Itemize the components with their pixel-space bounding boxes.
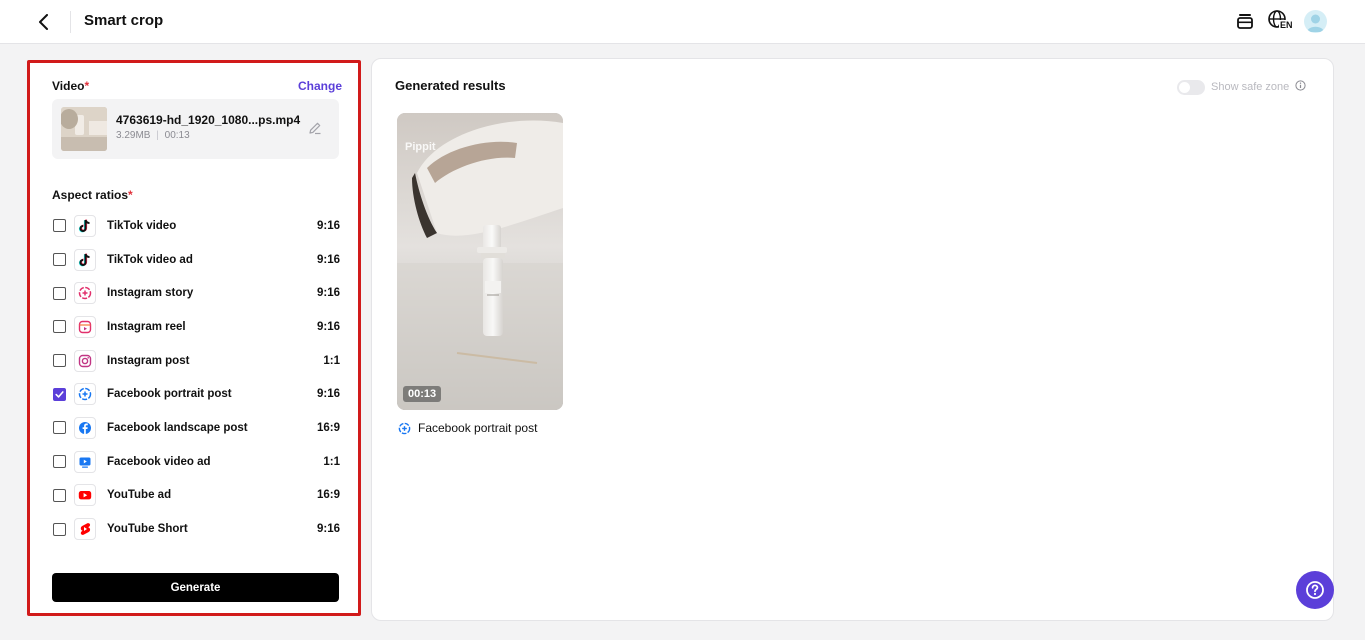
ratio-checkbox[interactable]	[53, 354, 66, 368]
ratio-option-youtube-short[interactable]: YouTube Short 9:16	[52, 512, 340, 546]
video-file-name: 4763619-hd_1920_1080...ps.mp4	[116, 113, 301, 127]
ratio-name: TikTok video	[107, 219, 177, 232]
ratio-value: 16:9	[316, 421, 340, 434]
ratio-checkbox[interactable]	[53, 455, 66, 469]
ratio-checkbox[interactable]	[53, 253, 66, 267]
facebook-story-icon	[398, 422, 411, 434]
watermark: Pippit	[405, 141, 436, 153]
layers-icon[interactable]	[1236, 11, 1254, 36]
ratio-checkbox[interactable]	[53, 488, 66, 502]
page-title: Smart crop	[84, 12, 164, 29]
ratio-value: 9:16	[316, 253, 340, 266]
facebook-video-icon	[74, 450, 96, 473]
info-icon[interactable]	[1295, 78, 1306, 96]
ratio-value: 9:16	[316, 320, 340, 333]
generate-button[interactable]: Generate	[52, 573, 339, 602]
instagram-reel-icon	[74, 315, 96, 338]
ratio-value: 9:16	[316, 287, 340, 300]
ratio-name: YouTube ad	[107, 489, 172, 502]
results-title: Generated results	[395, 78, 506, 93]
chevron-left-icon	[39, 14, 48, 30]
pencil-icon	[309, 122, 321, 135]
facebook-icon	[74, 416, 96, 439]
ratio-name: YouTube Short	[107, 523, 188, 536]
checkmark-icon	[55, 390, 64, 398]
ratio-value: 1:1	[323, 354, 340, 367]
help-button[interactable]	[1296, 571, 1334, 609]
ratio-checkbox[interactable]	[53, 320, 66, 334]
result-video-thumbnail[interactable]: Pippit 00:13	[397, 113, 563, 410]
youtube-icon	[74, 484, 96, 507]
ratio-value: 16:9	[316, 489, 340, 502]
duration-badge: 00:13	[403, 386, 442, 402]
instagram-story-icon	[74, 282, 96, 305]
required-mark: *	[84, 79, 90, 93]
language-badge: EN	[1279, 20, 1294, 30]
video-file-duration: 00:13	[164, 130, 190, 141]
ratio-value: 9:16	[316, 219, 340, 232]
ratio-name: Facebook portrait post	[107, 388, 232, 401]
avatar[interactable]	[1304, 10, 1327, 33]
ratio-option-instagram-post[interactable]: Instagram post 1:1	[52, 344, 340, 378]
ratio-checkbox[interactable]	[53, 421, 66, 435]
ratio-option-facebook-portrait-post[interactable]: Facebook portrait post 9:16	[52, 377, 340, 411]
language-button[interactable]: EN	[1268, 10, 1294, 34]
ratio-name: Instagram reel	[107, 320, 186, 333]
ratio-option-facebook-video-ad[interactable]: Facebook video ad 1:1	[52, 445, 340, 479]
video-label: Video	[52, 79, 85, 93]
video-file-meta: 3.29MB | 00:13	[116, 130, 190, 141]
generated-results-panel: Generated results Show safe zone Pippit …	[371, 58, 1334, 621]
result-caption-text: Facebook portrait post	[418, 421, 538, 435]
ratio-option-tiktok-video-ad[interactable]: TikTok video ad 9:16	[52, 243, 340, 277]
ratio-option-instagram-reel[interactable]: Instagram reel 9:16	[52, 310, 340, 344]
ratio-name: Instagram post	[107, 354, 190, 367]
video-file-card: 4763619-hd_1920_1080...ps.mp4 3.29MB | 0…	[52, 99, 339, 159]
tiktok-icon	[74, 214, 96, 237]
ratio-checkbox[interactable]	[53, 522, 66, 536]
aspect-label: Aspect ratios	[52, 188, 129, 202]
safe-zone-toggle[interactable]	[1177, 79, 1205, 95]
ratio-option-tiktok-video[interactable]: TikTok video 9:16	[52, 209, 340, 243]
video-file-size: 3.29MB	[116, 130, 151, 141]
change-video-link[interactable]: Change	[298, 79, 342, 93]
topbar-divider	[70, 11, 71, 33]
ratio-name: TikTok video ad	[107, 253, 193, 266]
ratio-value: 1:1	[323, 455, 340, 468]
ratio-value: 9:16	[316, 523, 340, 536]
video-thumbnail	[61, 107, 107, 151]
back-button[interactable]	[33, 11, 55, 33]
instagram-icon	[74, 349, 96, 372]
aspect-ratio-list: TikTok video 9:16 TikTok video ad 9:16 I…	[52, 209, 340, 546]
ratio-option-facebook-landscape-post[interactable]: Facebook landscape post 16:9	[52, 411, 340, 445]
tiktok-icon	[74, 248, 96, 271]
required-mark: *	[128, 188, 133, 202]
user-avatar-icon	[1307, 14, 1324, 32]
ratio-option-youtube-ad[interactable]: YouTube ad 16:9	[52, 479, 340, 513]
question-icon	[1306, 581, 1324, 599]
safe-zone-label: Show safe zone	[1211, 81, 1290, 93]
facebook-story-icon	[74, 383, 96, 406]
video-preview-image	[397, 113, 563, 410]
ratio-value: 9:16	[316, 388, 340, 401]
crop-settings-panel: Video* Change 4763619-hd_1920_1080...ps.…	[27, 60, 361, 616]
ratio-name: Facebook video ad	[107, 455, 211, 468]
ratio-checkbox[interactable]	[53, 286, 66, 300]
edit-video-button[interactable]	[308, 121, 322, 140]
youtube-shorts-icon	[74, 518, 96, 541]
aspect-ratios-label: Aspect ratios*	[52, 188, 133, 202]
result-caption: Facebook portrait post	[398, 421, 537, 435]
top-bar: Smart crop EN	[0, 0, 1365, 44]
video-section-label: Video*	[52, 79, 89, 93]
safe-zone-control: Show safe zone	[1177, 78, 1306, 96]
meta-separator: |	[156, 130, 159, 141]
ratio-option-instagram-story[interactable]: Instagram story 9:16	[52, 276, 340, 310]
ratio-checkbox[interactable]	[53, 219, 66, 233]
ratio-checkbox[interactable]	[53, 387, 66, 401]
ratio-name: Facebook landscape post	[107, 421, 248, 434]
ratio-name: Instagram story	[107, 287, 194, 300]
